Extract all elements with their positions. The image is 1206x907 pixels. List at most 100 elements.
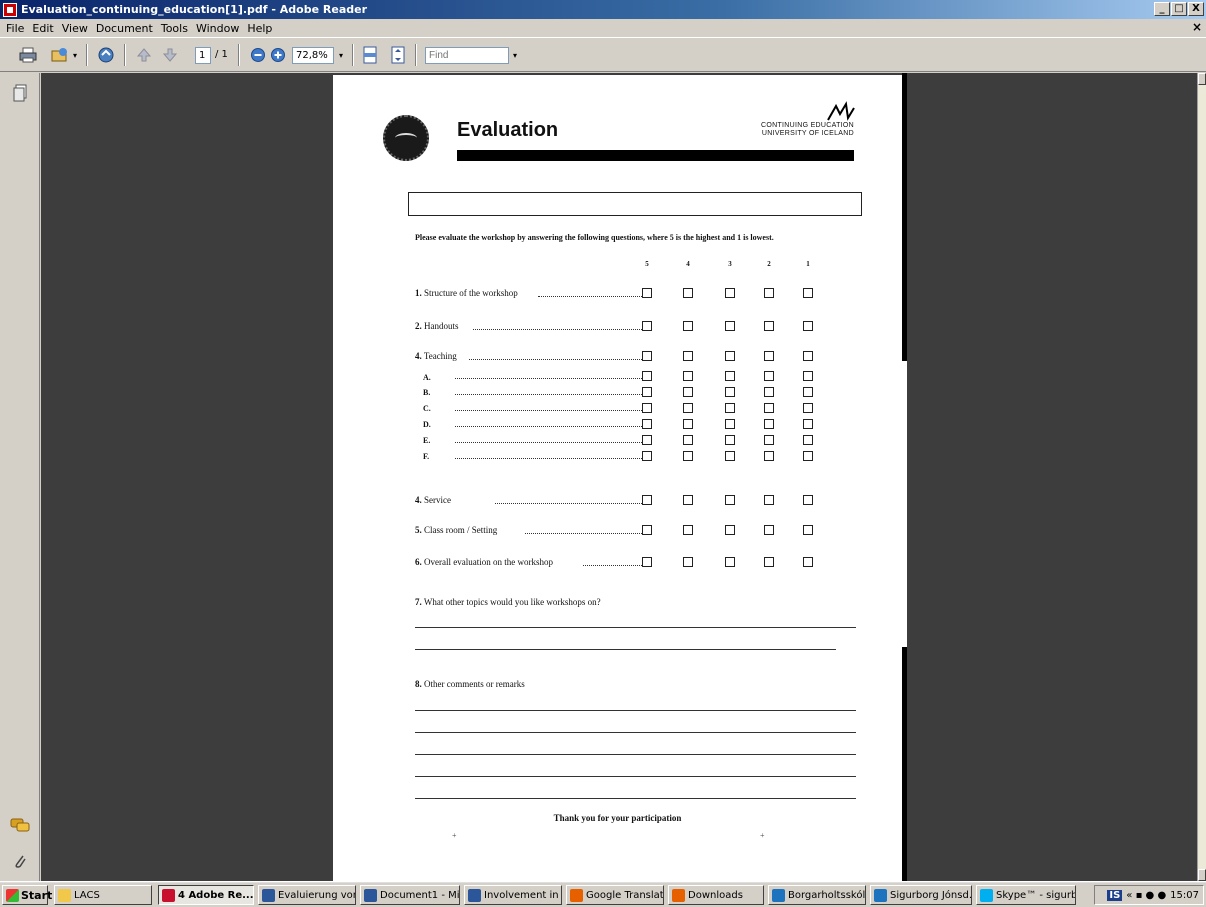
rating-checkbox[interactable] — [642, 451, 652, 461]
taskbar-button[interactable]: 4 Adobe Re... — [158, 885, 254, 905]
rating-checkbox[interactable] — [683, 419, 693, 429]
rating-checkbox[interactable] — [642, 525, 652, 535]
pages-icon[interactable] — [10, 83, 30, 103]
rating-checkbox[interactable] — [725, 288, 735, 298]
attachments-icon[interactable] — [10, 851, 30, 871]
vertical-scrollbar[interactable] — [1197, 73, 1206, 881]
taskbar-button[interactable]: Involvement in r... — [464, 885, 562, 905]
fit-width-icon[interactable] — [360, 45, 380, 65]
rating-checkbox[interactable] — [764, 288, 774, 298]
find-input[interactable] — [425, 47, 509, 64]
rating-checkbox[interactable] — [803, 495, 813, 505]
rating-checkbox[interactable] — [764, 435, 774, 445]
maximize-button[interactable]: □ — [1171, 2, 1187, 16]
rating-checkbox[interactable] — [803, 351, 813, 361]
rating-checkbox[interactable] — [683, 387, 693, 397]
workshop-name-box[interactable] — [408, 192, 862, 216]
attach-icon[interactable] — [96, 45, 116, 65]
taskbar-button[interactable]: Skype™ - sigurb... — [976, 885, 1076, 905]
rating-checkbox[interactable] — [642, 321, 652, 331]
taskbar-button[interactable]: Document1 - Mi... — [360, 885, 460, 905]
rating-checkbox[interactable] — [725, 371, 735, 381]
menu-document[interactable]: Document — [96, 22, 153, 35]
tray-icons[interactable]: « ▪ ● ● — [1126, 890, 1166, 901]
rating-checkbox[interactable] — [642, 557, 652, 567]
previous-page-icon[interactable] — [134, 45, 154, 65]
rating-checkbox[interactable] — [803, 288, 813, 298]
rating-checkbox[interactable] — [803, 451, 813, 461]
rating-checkbox[interactable] — [642, 387, 652, 397]
rating-checkbox[interactable] — [642, 419, 652, 429]
rating-checkbox[interactable] — [764, 371, 774, 381]
rating-checkbox[interactable] — [642, 435, 652, 445]
rating-checkbox[interactable] — [764, 351, 774, 361]
rating-checkbox[interactable] — [803, 557, 813, 567]
rating-checkbox[interactable] — [725, 419, 735, 429]
close-button[interactable]: X — [1188, 2, 1204, 16]
rating-checkbox[interactable] — [764, 403, 774, 413]
comments-icon[interactable] — [10, 815, 30, 835]
rating-checkbox[interactable] — [725, 557, 735, 567]
rating-checkbox[interactable] — [764, 525, 774, 535]
rating-checkbox[interactable] — [803, 403, 813, 413]
rating-checkbox[interactable] — [803, 321, 813, 331]
rating-checkbox[interactable] — [764, 451, 774, 461]
rating-checkbox[interactable] — [683, 525, 693, 535]
zoom-input[interactable]: 72,8% — [292, 47, 334, 64]
rating-checkbox[interactable] — [764, 321, 774, 331]
rating-checkbox[interactable] — [725, 525, 735, 535]
taskbar-button[interactable]: Sigurborg Jónsd... — [870, 885, 972, 905]
rating-checkbox[interactable] — [642, 351, 652, 361]
menu-window[interactable]: Window — [196, 22, 239, 35]
fit-page-icon[interactable] — [388, 45, 408, 65]
rating-checkbox[interactable] — [683, 451, 693, 461]
rating-checkbox[interactable] — [683, 371, 693, 381]
language-indicator[interactable]: IS — [1107, 889, 1123, 901]
page-number-input[interactable]: 1 — [195, 47, 211, 64]
rating-checkbox[interactable] — [764, 387, 774, 397]
rating-checkbox[interactable] — [683, 403, 693, 413]
minimize-button[interactable]: _ — [1154, 2, 1170, 16]
menu-tools[interactable]: Tools — [161, 22, 188, 35]
rating-checkbox[interactable] — [725, 321, 735, 331]
rating-checkbox[interactable] — [725, 403, 735, 413]
rating-checkbox[interactable] — [642, 403, 652, 413]
rating-checkbox[interactable] — [764, 557, 774, 567]
menu-edit[interactable]: Edit — [32, 22, 53, 35]
rating-checkbox[interactable] — [683, 557, 693, 567]
email-dropdown-icon[interactable]: ▾ — [70, 47, 80, 64]
rating-checkbox[interactable] — [683, 351, 693, 361]
zoom-out-icon[interactable] — [248, 45, 268, 65]
close-document-button[interactable]: × — [1192, 20, 1202, 34]
menu-view[interactable]: View — [62, 22, 88, 35]
taskbar-button[interactable]: Evaluierung von... — [258, 885, 356, 905]
rating-checkbox[interactable] — [803, 419, 813, 429]
taskbar-button[interactable]: Downloads — [668, 885, 764, 905]
rating-checkbox[interactable] — [803, 371, 813, 381]
rating-checkbox[interactable] — [725, 387, 735, 397]
scroll-up-button[interactable] — [1198, 73, 1206, 85]
taskbar-button[interactable]: Google Translat... — [566, 885, 664, 905]
rating-checkbox[interactable] — [803, 435, 813, 445]
zoom-dropdown-icon[interactable]: ▾ — [336, 47, 346, 64]
rating-checkbox[interactable] — [642, 288, 652, 298]
rating-checkbox[interactable] — [764, 495, 774, 505]
rating-checkbox[interactable] — [683, 288, 693, 298]
rating-checkbox[interactable] — [725, 351, 735, 361]
find-dropdown-icon[interactable]: ▾ — [510, 47, 520, 64]
rating-checkbox[interactable] — [683, 435, 693, 445]
rating-checkbox[interactable] — [683, 495, 693, 505]
rating-checkbox[interactable] — [803, 387, 813, 397]
rating-checkbox[interactable] — [642, 495, 652, 505]
rating-checkbox[interactable] — [642, 371, 652, 381]
email-icon[interactable] — [50, 45, 70, 65]
rating-checkbox[interactable] — [725, 451, 735, 461]
taskbar-button[interactable]: Borgarholtsskóli -... — [768, 885, 866, 905]
rating-checkbox[interactable] — [725, 435, 735, 445]
rating-checkbox[interactable] — [803, 525, 813, 535]
rating-checkbox[interactable] — [725, 495, 735, 505]
scroll-down-button[interactable] — [1198, 869, 1206, 881]
rating-checkbox[interactable] — [764, 419, 774, 429]
menu-help[interactable]: Help — [247, 22, 272, 35]
zoom-in-icon[interactable] — [268, 45, 288, 65]
